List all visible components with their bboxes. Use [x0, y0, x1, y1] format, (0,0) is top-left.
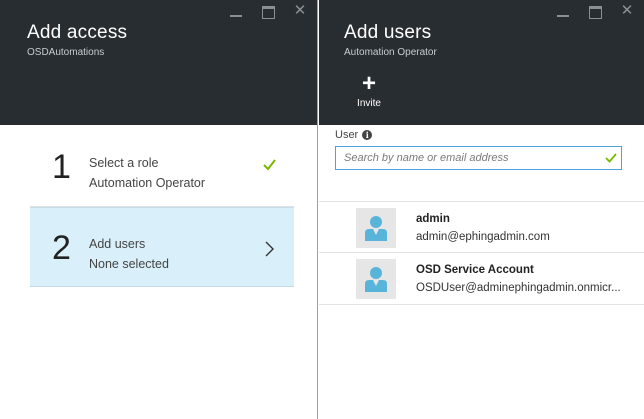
plus-icon: + [361, 70, 376, 97]
user-label-text: User [335, 129, 359, 141]
minimize-icon[interactable] [556, 4, 570, 18]
info-icon[interactable]: i [362, 130, 373, 140]
user-list-item[interactable]: admin admin@ephingadmin.com [319, 201, 644, 253]
step-title: Add users [89, 237, 146, 251]
add-users-subtitle: Automation Operator [344, 47, 437, 58]
add-access-blade: Add access OSDAutomations ✕ 1 Select a r… [0, 0, 318, 419]
add-access-header: Add access OSDAutomations ✕ [0, 0, 317, 125]
user-icon [365, 216, 387, 241]
user-field-label: User i [335, 129, 373, 141]
user-icon [365, 267, 387, 292]
step-add-users[interactable]: 2 Add users None selected [30, 207, 294, 287]
chevron-right-icon [265, 241, 274, 257]
right-window-controls: ✕ [556, 3, 634, 19]
add-access-subtitle: OSDAutomations [27, 47, 105, 58]
search-input[interactable] [336, 147, 598, 169]
minimize-icon[interactable] [229, 4, 243, 18]
maximize-icon[interactable] [588, 4, 602, 19]
step-number: 2 [52, 229, 71, 267]
step-number: 1 [52, 148, 71, 186]
user-email: admin@ephingadmin.com [416, 231, 550, 243]
search-box [335, 146, 622, 170]
invite-label: Invite [357, 98, 381, 109]
avatar [356, 259, 396, 299]
step-select-role[interactable]: 1 Select a role Automation Operator [30, 127, 294, 207]
add-access-title: Add access [27, 22, 128, 43]
step-value: None selected [89, 257, 169, 271]
user-list-item[interactable]: OSD Service Account OSDUser@adminephinga… [319, 253, 644, 305]
invite-button[interactable]: + Invite [347, 70, 391, 110]
user-email: OSDUser@adminephingadmin.onmicr... [416, 282, 621, 294]
avatar [356, 208, 396, 248]
maximize-icon[interactable] [261, 4, 275, 19]
left-window-controls: ✕ [229, 3, 307, 19]
close-icon[interactable]: ✕ [293, 3, 307, 18]
add-users-title: Add users [344, 22, 432, 43]
step-value: Automation Operator [89, 176, 206, 190]
close-icon[interactable]: ✕ [620, 3, 634, 18]
user-name: admin [416, 213, 450, 225]
check-icon [605, 153, 617, 163]
user-name: OSD Service Account [416, 264, 534, 276]
add-users-blade: Add users Automation Operator ✕ + Invite… [319, 0, 644, 419]
step-title: Select a role [89, 156, 159, 170]
check-icon [263, 159, 276, 171]
add-users-header: Add users Automation Operator ✕ + Invite [319, 0, 644, 125]
